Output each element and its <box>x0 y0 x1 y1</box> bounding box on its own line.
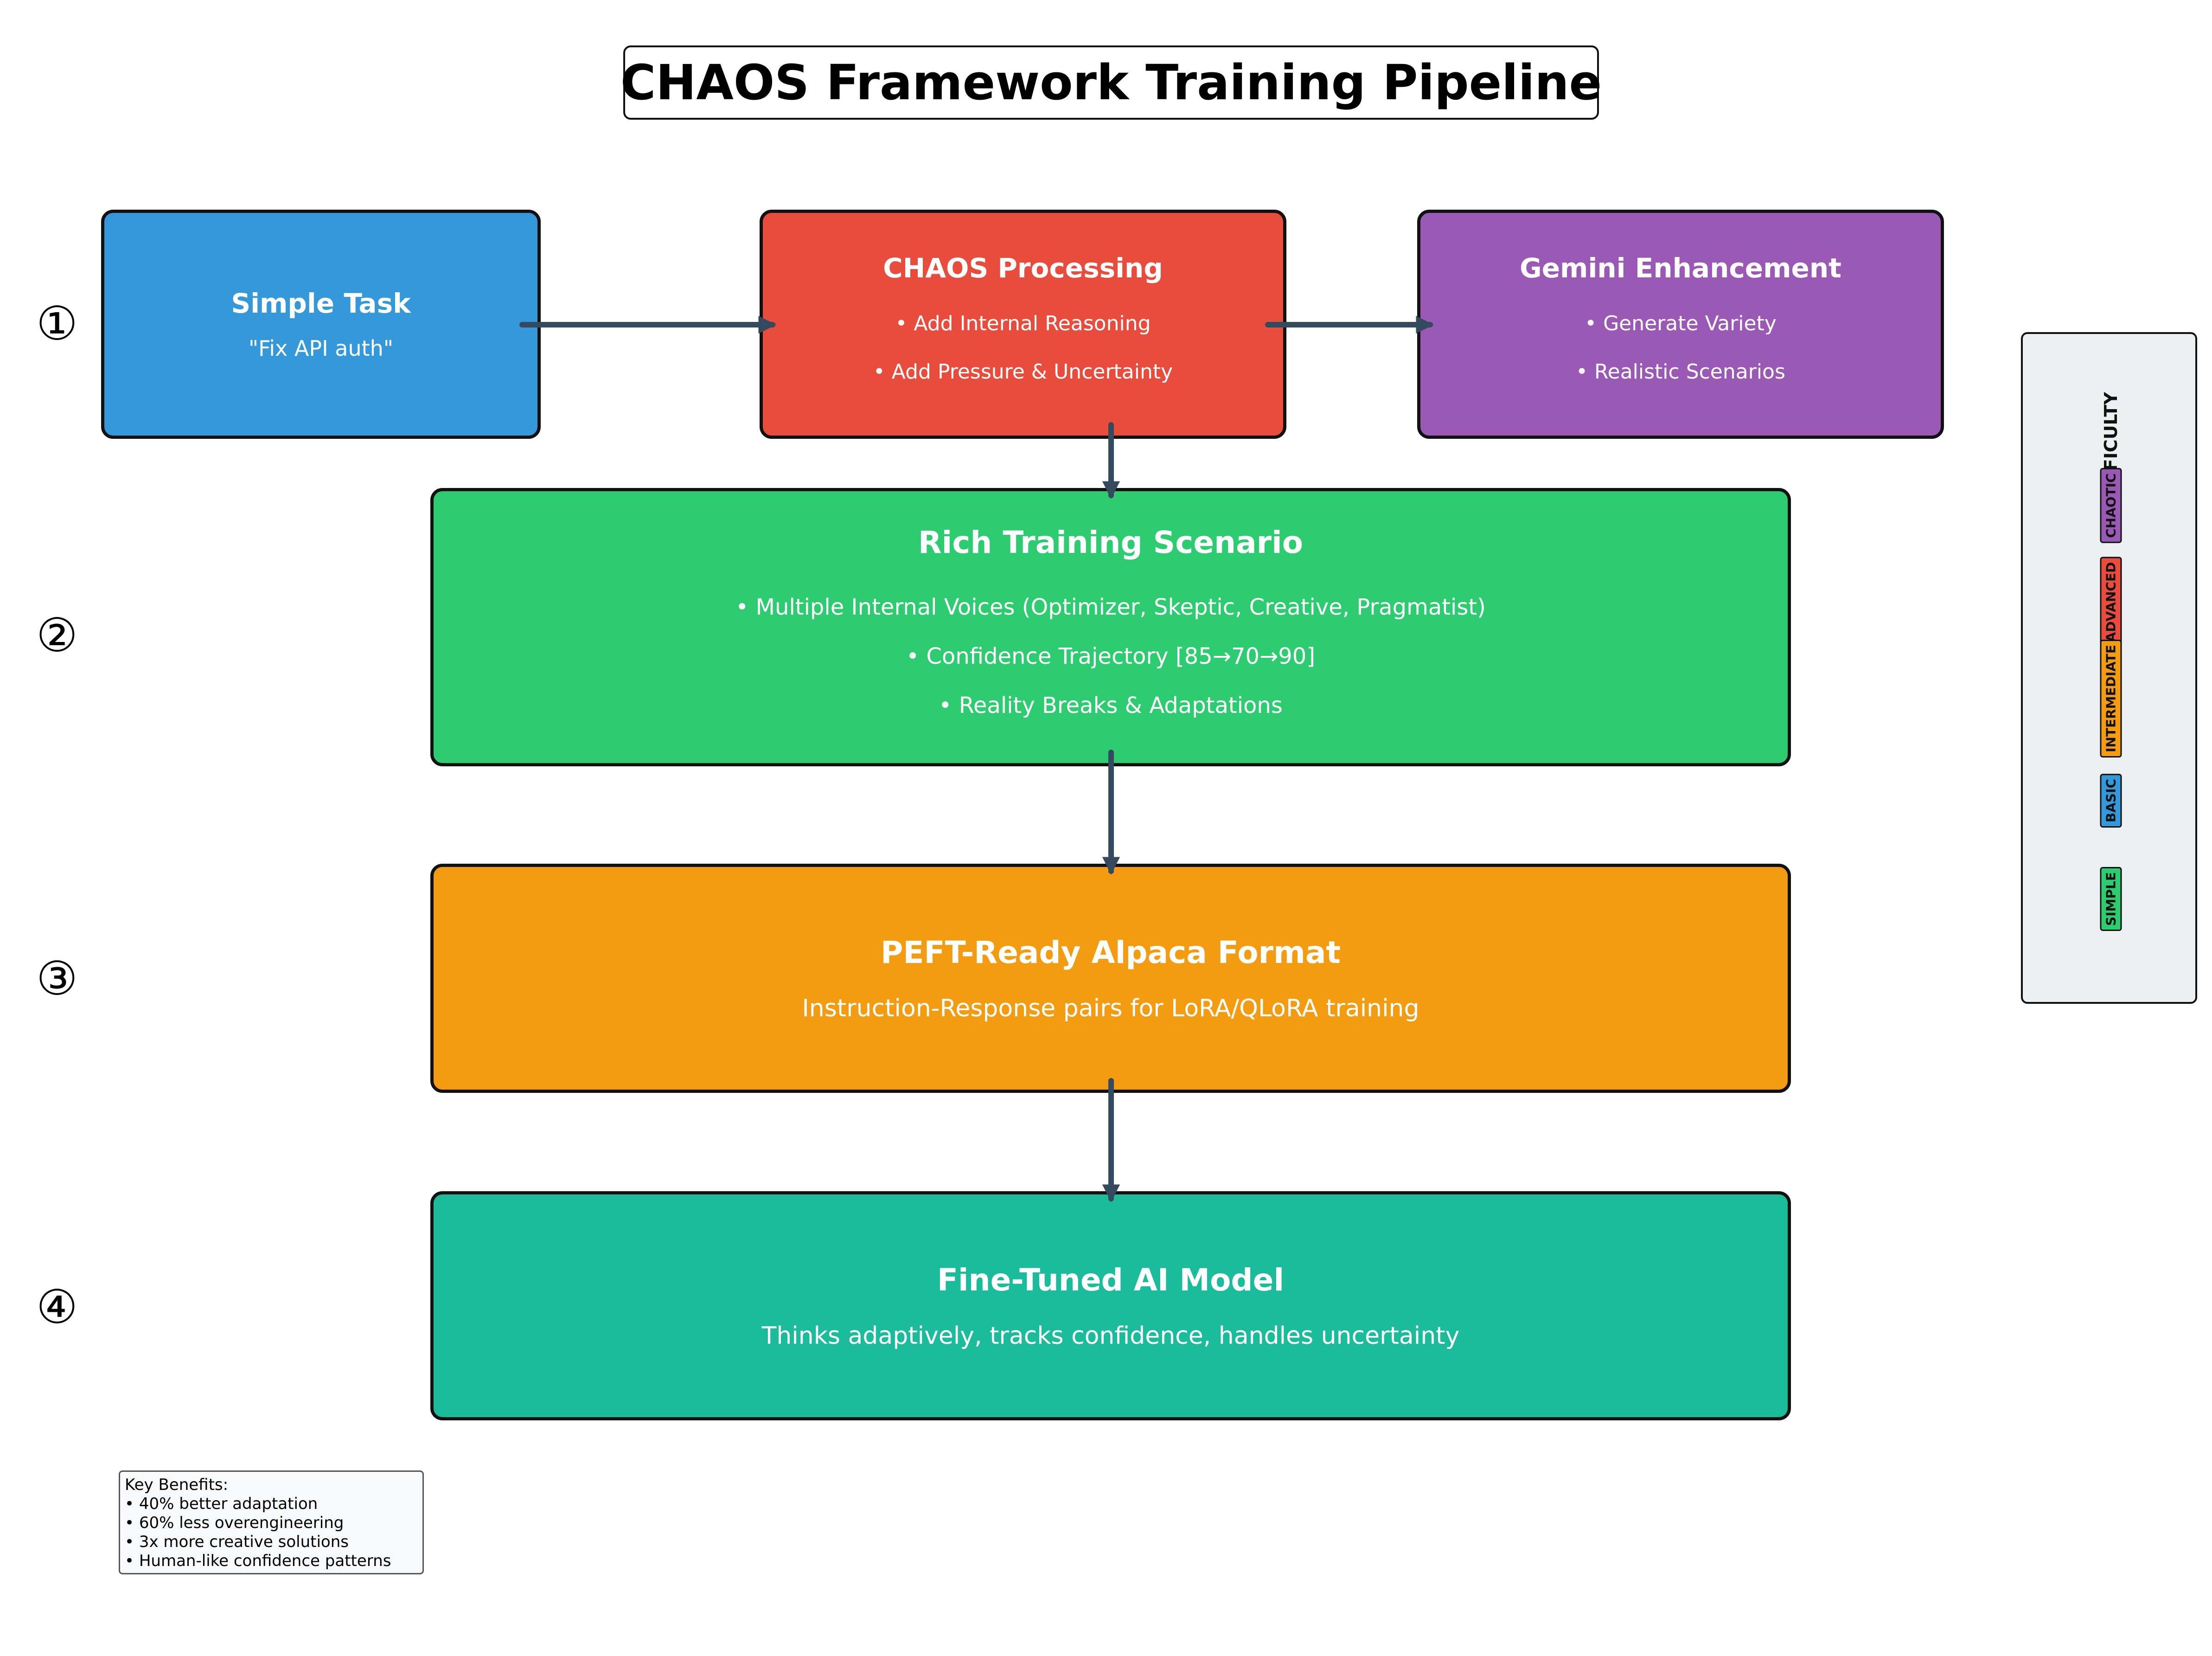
key-benefits-heading: Key Benefits: <box>125 1476 229 1494</box>
key-benefit-item: • 60% less overengineering <box>125 1514 344 1532</box>
difficulty-panel: DIFFICULTY CHAOTIC ADVANCED INTERMEDIATE… <box>2021 332 2197 1004</box>
chaos-processing-title: CHAOS Processing <box>883 252 1163 284</box>
peft-format-node: PEFT-Ready Alpaca Format Instruction-Res… <box>430 864 1791 1093</box>
fine-tuned-model-title: Fine-Tuned AI Model <box>937 1262 1285 1298</box>
step-number-2: ② <box>36 608 78 662</box>
key-benefit-item: • 3x more creative solutions <box>125 1533 349 1551</box>
difficulty-level-advanced: ADVANCED <box>2100 557 2122 648</box>
gemini-enhancement-title: Gemini Enhancement <box>1520 252 1841 284</box>
page-title: CHAOS Framework Training Pipeline <box>620 45 1602 120</box>
gemini-enhancement-node: Gemini Enhancement • Generate Variety • … <box>1417 210 1944 439</box>
rich-training-scenario-node: Rich Training Scenario • Multiple Intern… <box>430 488 1791 766</box>
step-number-1: ① <box>36 296 78 351</box>
rich-training-scenario-line: • Confidence Trajectory [85→70→90] <box>906 643 1316 669</box>
simple-task-line: "Fix API auth" <box>249 336 393 361</box>
key-benefit-item: • Human-like confidence patterns <box>125 1552 391 1570</box>
difficulty-level-basic: BASIC <box>2100 773 2122 828</box>
chaos-processing-node: CHAOS Processing • Add Internal Reasonin… <box>760 210 1286 439</box>
chaos-processing-line: • Add Internal Reasoning <box>895 312 1151 335</box>
difficulty-level-intermediate: INTERMEDIATE <box>2100 639 2122 758</box>
gemini-enhancement-line: • Generate Variety <box>1585 312 1777 335</box>
key-benefits-box: Key Benefits: • 40% better adaptation • … <box>119 1470 424 1574</box>
simple-task-node: Simple Task "Fix API auth" <box>101 210 541 439</box>
gemini-enhancement-line: • Realistic Scenarios <box>1576 360 1785 384</box>
rich-training-scenario-title: Rich Training Scenario <box>918 524 1304 560</box>
peft-format-title: PEFT-Ready Alpaca Format <box>881 934 1341 970</box>
key-benefit-item: • 40% better adaptation <box>125 1495 318 1513</box>
difficulty-level-simple: SIMPLE <box>2100 867 2122 931</box>
fine-tuned-model-node: Fine-Tuned AI Model Thinks adaptively, t… <box>430 1191 1791 1420</box>
fine-tuned-model-line: Thinks adaptively, tracks confidence, ha… <box>761 1322 1460 1350</box>
step-number-3: ③ <box>36 951 78 1006</box>
difficulty-level-chaotic: CHAOTIC <box>2100 468 2122 543</box>
rich-training-scenario-line: • Multiple Internal Voices (Optimizer, S… <box>735 594 1486 620</box>
simple-task-title: Simple Task <box>231 288 411 319</box>
rich-training-scenario-line: • Reality Breaks & Adaptations <box>939 692 1283 719</box>
peft-format-line: Instruction-Response pairs for LoRA/QLoR… <box>802 994 1419 1022</box>
step-number-4: ④ <box>36 1279 78 1334</box>
chaos-processing-line: • Add Pressure & Uncertainty <box>873 360 1173 384</box>
